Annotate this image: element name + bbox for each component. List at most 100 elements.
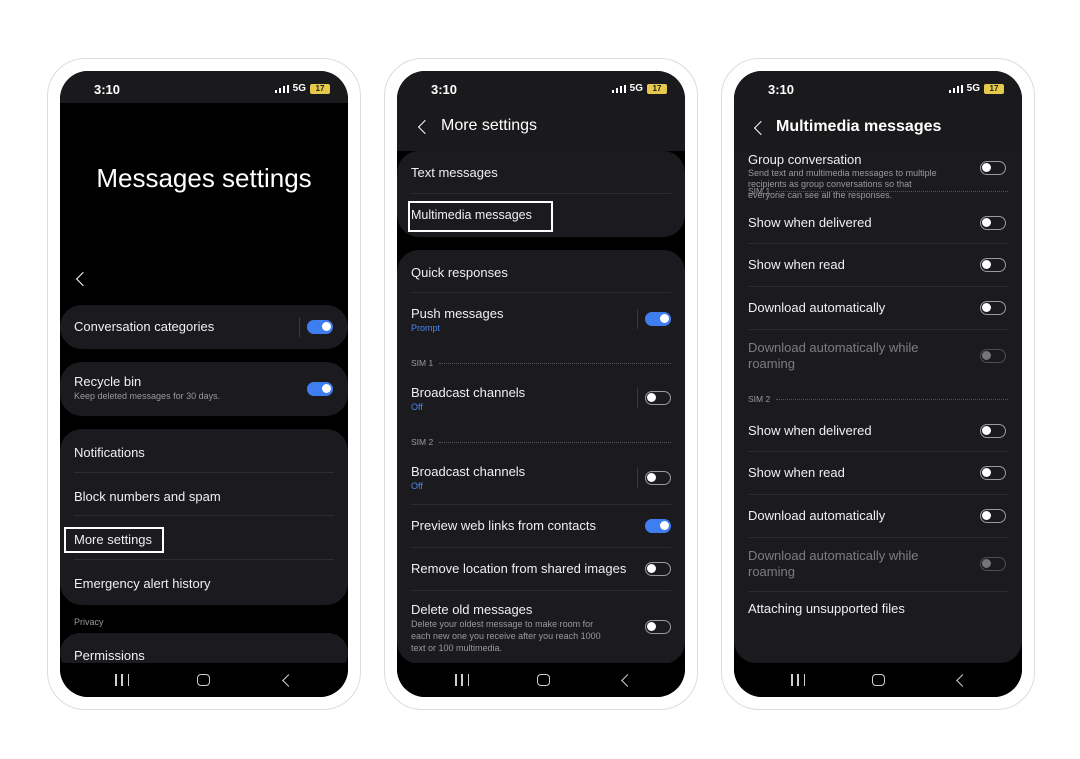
download-roaming-2-label: Download automatically while bbox=[748, 548, 919, 563]
push-messages-row[interactable]: Push messages Prompt bbox=[411, 306, 671, 334]
delete-old-sub-line2: each new one you receive after you reach… bbox=[411, 631, 601, 641]
download-auto-1-toggle[interactable] bbox=[980, 301, 1006, 315]
delete-old-messages-row[interactable]: Delete old messages Delete your oldest m… bbox=[411, 602, 671, 658]
broadcast-channels-1-toggle[interactable] bbox=[645, 391, 671, 405]
nav-recents-icon[interactable] bbox=[115, 674, 129, 686]
group-conversation-row[interactable]: Group conversation Send text and multime… bbox=[748, 152, 1008, 200]
show-read-1-toggle[interactable] bbox=[980, 258, 1006, 272]
preview-web-links-row[interactable]: Preview web links from contacts bbox=[411, 518, 671, 534]
status-bar: 3:10 5G 17 bbox=[734, 71, 1022, 103]
screen-more-settings: 3:10 5G 17 More settings Text messages M… bbox=[397, 71, 685, 697]
show-delivered-2-toggle[interactable] bbox=[980, 424, 1006, 438]
back-chevron-icon[interactable] bbox=[753, 120, 769, 136]
download-roaming-1-toggle[interactable] bbox=[980, 349, 1006, 363]
push-messages-toggle[interactable] bbox=[645, 312, 671, 326]
remove-location-toggle[interactable] bbox=[645, 562, 671, 576]
conversation-categories-row[interactable]: Conversation categories bbox=[74, 319, 334, 335]
emergency-alert-label: Emergency alert history bbox=[74, 576, 211, 591]
block-numbers-row[interactable]: Block numbers and spam bbox=[74, 489, 334, 505]
back-chevron-icon[interactable] bbox=[75, 271, 91, 287]
sim2-label: SIM 2 bbox=[411, 437, 434, 447]
privacy-section-label: Privacy bbox=[74, 617, 104, 627]
sim2-label: SIM 2 bbox=[748, 394, 771, 404]
broadcast-channels-2-row[interactable]: Broadcast channels Off bbox=[411, 464, 671, 492]
recycle-bin-toggle[interactable] bbox=[307, 382, 333, 396]
download-roaming-2-row[interactable]: Download automatically while roaming bbox=[748, 548, 1008, 580]
delete-old-sub-line3: text or 100 multimedia. bbox=[411, 643, 503, 653]
group-conversation-toggle[interactable] bbox=[980, 161, 1006, 175]
broadcast-channels-1-row[interactable]: Broadcast channels Off bbox=[411, 385, 671, 413]
nav-recents-icon[interactable] bbox=[791, 674, 805, 686]
nav-home-icon[interactable] bbox=[537, 674, 550, 686]
preview-web-links-toggle[interactable] bbox=[645, 519, 671, 533]
show-read-2-toggle[interactable] bbox=[980, 466, 1006, 480]
broadcast-channels-1-label: Broadcast channels bbox=[411, 385, 526, 400]
download-roaming-1-label2: roaming bbox=[748, 356, 795, 371]
show-read-1-row[interactable]: Show when read bbox=[748, 257, 1008, 273]
text-messages-row[interactable]: Text messages bbox=[411, 165, 671, 181]
show-delivered-1-row[interactable]: Show when delivered bbox=[748, 215, 1008, 231]
download-roaming-1-label: Download automatically while bbox=[748, 340, 919, 355]
quick-responses-label: Quick responses bbox=[411, 265, 508, 280]
download-auto-1-row[interactable]: Download automatically bbox=[748, 300, 1008, 316]
network-label: 5G bbox=[629, 83, 643, 94]
group-conversation-label: Group conversation bbox=[748, 152, 862, 167]
app-header: Multimedia messages bbox=[734, 103, 1022, 153]
block-numbers-label: Block numbers and spam bbox=[74, 489, 221, 504]
text-messages-label: Text messages bbox=[411, 165, 498, 180]
nav-recents-icon[interactable] bbox=[455, 674, 469, 686]
preview-web-links-label: Preview web links from contacts bbox=[411, 518, 596, 533]
nav-back-icon[interactable] bbox=[282, 674, 295, 687]
permissions-row[interactable]: Permissions bbox=[74, 648, 334, 664]
nav-back-icon[interactable] bbox=[956, 674, 969, 687]
delete-old-messages-label: Delete old messages bbox=[411, 602, 533, 617]
page-title: Multimedia messages bbox=[776, 118, 942, 135]
page-title: More settings bbox=[441, 117, 538, 134]
attaching-unsupported-label: Attaching unsupported files bbox=[748, 601, 905, 616]
download-roaming-1-row[interactable]: Download automatically while roaming bbox=[748, 340, 1008, 372]
card-multimedia-list: Group conversation Send text and multime… bbox=[734, 151, 1022, 663]
delete-old-messages-toggle[interactable] bbox=[645, 620, 671, 634]
navigation-bar bbox=[60, 663, 348, 697]
show-read-1-label: Show when read bbox=[748, 257, 845, 272]
signal-icon bbox=[611, 84, 626, 93]
quick-responses-row[interactable]: Quick responses bbox=[411, 265, 671, 281]
attaching-unsupported-row[interactable]: Attaching unsupported files bbox=[748, 601, 1008, 617]
download-auto-2-toggle[interactable] bbox=[980, 509, 1006, 523]
network-label: 5G bbox=[966, 83, 980, 94]
show-delivered-1-label: Show when delivered bbox=[748, 215, 872, 230]
show-delivered-2-row[interactable]: Show when delivered bbox=[748, 423, 1008, 439]
group-conversation-sub1: Send text and multimedia messages to mul… bbox=[748, 168, 937, 178]
conversation-categories-toggle[interactable] bbox=[307, 320, 333, 334]
recycle-bin-label: Recycle bin bbox=[74, 374, 142, 389]
notifications-row[interactable]: Notifications bbox=[74, 445, 334, 461]
screen-multimedia-messages: 3:10 5G 17 Multimedia messages Group con… bbox=[734, 71, 1022, 697]
show-read-2-label: Show when read bbox=[748, 465, 845, 480]
status-time: 3:10 bbox=[768, 82, 795, 97]
nav-back-icon[interactable] bbox=[621, 674, 634, 687]
remove-location-row[interactable]: Remove location from shared images bbox=[411, 561, 671, 577]
broadcast-channels-1-sub: Off bbox=[411, 402, 423, 412]
card-recycle: Recycle bin Keep deleted messages for 30… bbox=[60, 362, 348, 416]
download-auto-2-row[interactable]: Download automatically bbox=[748, 508, 1008, 524]
show-delivered-1-toggle[interactable] bbox=[980, 216, 1006, 230]
emergency-alert-row[interactable]: Emergency alert history bbox=[74, 576, 334, 592]
conversation-categories-label: Conversation categories bbox=[74, 319, 215, 334]
highlight-box bbox=[64, 527, 164, 553]
phone-frame-1: 3:10 5G 17 Messages settings Conversatio… bbox=[47, 58, 361, 710]
show-read-2-row[interactable]: Show when read bbox=[748, 465, 1008, 481]
battery-icon: 17 bbox=[647, 83, 667, 94]
battery-icon: 17 bbox=[984, 83, 1004, 94]
recycle-bin-sub: Keep deleted messages for 30 days. bbox=[74, 391, 221, 401]
back-chevron-icon[interactable] bbox=[417, 119, 433, 135]
download-roaming-2-toggle[interactable] bbox=[980, 557, 1006, 571]
status-time: 3:10 bbox=[94, 82, 121, 97]
nav-home-icon[interactable] bbox=[197, 674, 210, 686]
signal-icon bbox=[948, 84, 963, 93]
download-auto-2-label: Download automatically bbox=[748, 508, 886, 523]
nav-home-icon[interactable] bbox=[872, 674, 885, 686]
broadcast-channels-2-toggle[interactable] bbox=[645, 471, 671, 485]
card-conversation: Conversation categories bbox=[60, 305, 348, 349]
navigation-bar bbox=[397, 663, 685, 697]
recycle-bin-row[interactable]: Recycle bin Keep deleted messages for 30… bbox=[74, 374, 334, 404]
